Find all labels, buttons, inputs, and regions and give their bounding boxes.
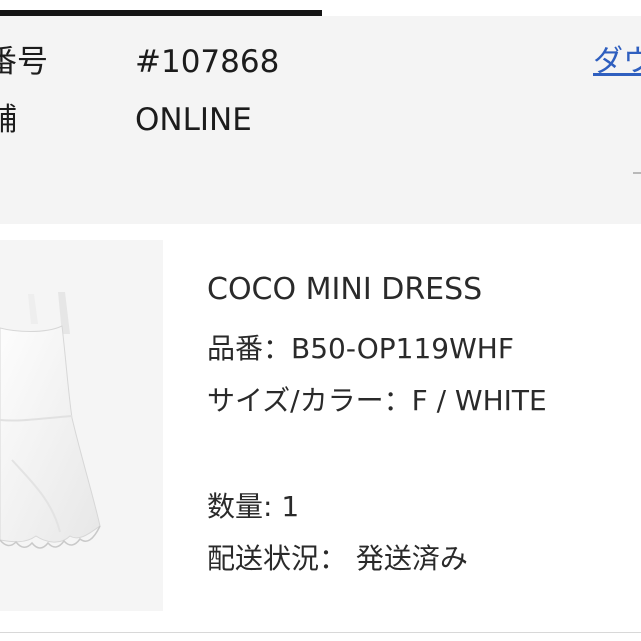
product-size-color: サイズ/カラー：F / WHITE [207,384,547,417]
product-name[interactable]: COCO MINI DRESS [207,270,482,310]
store-value: ONLINE [135,102,252,138]
product-sku: 品番：B50-OP119WHF [207,332,514,365]
divider [0,632,641,633]
shipping-status: 配送状況： 発送済み [207,542,468,575]
scroll-edge-mark [633,172,641,174]
order-info-panel: 番号 #107868 舗 ONLINE ダウ [0,16,641,224]
product-quantity: 数量: 1 [207,490,300,523]
order-number-row: 番号 #107868 [0,42,641,82]
top-bar [0,0,641,16]
store-row: 舗 ONLINE [0,100,641,140]
order-number-label: 番号 [0,44,48,80]
download-link[interactable]: ダウ [593,42,641,82]
store-label: 舗 [0,102,17,138]
order-number-value: #107868 [135,44,280,80]
product-item: COCO MINI DRESS 品番：B50-OP119WHF サイズ/カラー：… [0,224,641,641]
product-image[interactable] [0,240,163,611]
dress-illustration [0,292,101,549]
